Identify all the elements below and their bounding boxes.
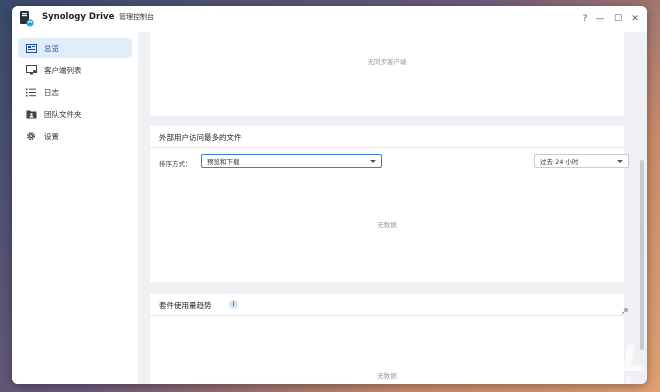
sidebar-item-client-list[interactable]: 客户端列表 xyxy=(18,60,132,80)
sort-select-value: 预览和下载 xyxy=(207,158,240,166)
sync-clients-empty-text: 无同步客户端 xyxy=(367,58,407,66)
time-range-select[interactable]: 过去 24 小时 xyxy=(534,154,629,168)
sidebar-item-team-folder[interactable]: 团队文件夹 xyxy=(18,104,132,124)
sidebar-item-label: 设置 xyxy=(44,131,59,141)
maximize-button[interactable]: ☐ xyxy=(612,12,624,26)
sidebar-item-settings[interactable]: 设置 xyxy=(18,126,132,146)
sync-clients-panel: 无同步客户端 xyxy=(150,32,624,116)
minimize-button[interactable]: — xyxy=(594,12,606,26)
external-access-empty-text: 无数据 xyxy=(377,221,397,229)
overview-icon xyxy=(24,41,38,55)
panel-divider xyxy=(150,147,624,148)
info-icon[interactable]: i xyxy=(229,300,238,309)
time-range-select-value: 过去 24 小时 xyxy=(540,158,579,166)
watermark-sub-text: SHARE xyxy=(541,376,646,386)
chevron-down-icon xyxy=(617,160,623,163)
sidebar-item-label: 团队文件夹 xyxy=(44,109,82,119)
sidebar-item-overview[interactable]: 总览 xyxy=(18,38,132,58)
main-content: 无同步客户端 外部用户访问最多的文件 排序方式： 预览和下载 过去 24 小时 … xyxy=(138,32,647,384)
help-button[interactable]: ? xyxy=(579,12,591,26)
external-access-panel: 外部用户访问最多的文件 排序方式： 预览和下载 过去 24 小时 无数据 xyxy=(150,126,629,282)
panel-divider xyxy=(150,315,624,316)
sort-label: 排序方式： xyxy=(159,160,192,168)
watermark-logo-text: KOOL xyxy=(532,339,646,380)
koolshare-watermark: KOOL SHARE xyxy=(532,339,646,387)
sidebar: 总览 客户端列表 日志 团队文件夹 设置 xyxy=(12,32,138,384)
usage-trend-title: 套件使用量趋势 xyxy=(159,301,212,310)
sidebar-item-label: 日志 xyxy=(44,87,59,97)
expand-icon[interactable] xyxy=(621,300,628,319)
synology-drive-app-icon xyxy=(20,11,34,27)
app-window: Synology Drive 管理控制台 ? — ☐ ✕ 总览 客户端列表 日志 xyxy=(12,6,647,384)
sidebar-item-label: 总览 xyxy=(44,43,59,53)
sort-select[interactable]: 预览和下载 xyxy=(201,154,382,168)
client-list-icon xyxy=(24,63,38,77)
external-access-title: 外部用户访问最多的文件 xyxy=(159,133,242,142)
title-bar: Synology Drive 管理控制台 ? — ☐ ✕ xyxy=(12,6,647,32)
window-title: Synology Drive 管理控制台 xyxy=(42,12,154,22)
app-name: Synology Drive xyxy=(42,12,115,22)
sidebar-item-log[interactable]: 日志 xyxy=(18,82,132,102)
gear-icon xyxy=(24,129,38,143)
chevron-down-icon xyxy=(370,160,376,163)
sidebar-item-label: 客户端列表 xyxy=(44,65,82,75)
close-button[interactable]: ✕ xyxy=(629,12,641,26)
scrollbar[interactable] xyxy=(640,160,644,350)
team-folder-icon xyxy=(24,107,38,121)
log-icon xyxy=(24,85,38,99)
app-subtitle: 管理控制台 xyxy=(119,13,155,21)
